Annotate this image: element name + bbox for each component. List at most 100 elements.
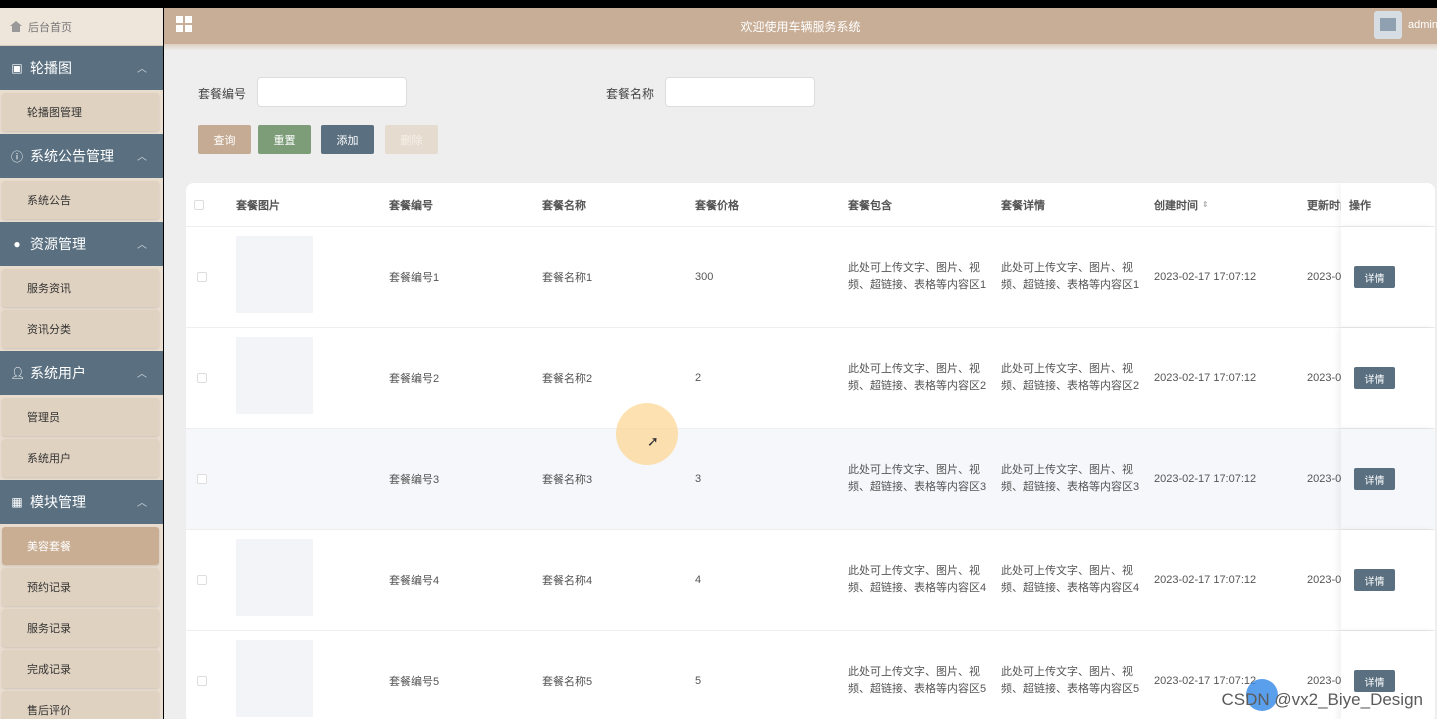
sidebar-group-users[interactable]: 👤︎ 系统用户 ︿ xyxy=(0,351,163,395)
sidebar-item-carousel-manage[interactable]: 轮播图管理 xyxy=(2,93,159,131)
sidebar-group-label: 系统公告管理 xyxy=(30,148,114,164)
row-checkbox[interactable] xyxy=(197,676,207,686)
detail-button[interactable]: 详情 xyxy=(1354,670,1395,692)
cell-include: 此处可上传文字、图片、视频、超链接、表格等内容区3 xyxy=(848,464,987,493)
sidebar-item-system-user[interactable]: 系统用户 xyxy=(2,439,159,477)
col-header-created-label: 创建时间 xyxy=(1154,199,1198,212)
sidebar-item-admin[interactable]: 管理员 xyxy=(2,398,159,436)
query-button[interactable]: 查询 xyxy=(198,125,251,154)
package-table: 套餐图片 套餐编号 套餐名称 套餐价格 套餐包含 套餐详情 创建时间 ⇕ 更新时间… xyxy=(186,183,1435,719)
main-content: 套餐编号 套餐名称 查询 重置 添加 删除 套餐图片 套餐编号 套餐名称 套餐价… xyxy=(164,50,1437,719)
cell-name: 套餐名称3 xyxy=(542,474,593,486)
ops-cell: 详情 xyxy=(1341,328,1435,428)
select-all-checkbox[interactable] xyxy=(194,200,204,210)
detail-button[interactable]: 详情 xyxy=(1354,468,1395,490)
header-username[interactable]: admin xyxy=(1408,19,1437,31)
cell-price: 2 xyxy=(695,372,702,384)
home-icon xyxy=(10,21,22,32)
chevron-up-icon: ︿ xyxy=(137,369,147,380)
info-icon: ⓘ xyxy=(10,149,23,164)
col-header-ops: 操作 xyxy=(1349,199,1371,212)
cell-created: 2023-02-17 17:07:12 xyxy=(1154,574,1257,586)
name-input[interactable] xyxy=(665,77,815,107)
sidebar-group-modules[interactable]: ▦ 模块管理 ︿ xyxy=(0,480,163,524)
table-row[interactable]: 套餐编号1 套餐名称1 300 此处可上传文字、图片、视频、超链接、表格等内容区… xyxy=(186,227,1435,328)
grid-icon: ▦ xyxy=(11,495,23,509)
cell-price: 5 xyxy=(695,675,702,687)
table-row[interactable]: 套餐编号3 套餐名称3 3 此处可上传文字、图片、视频、超链接、表格等内容区3 … xyxy=(186,429,1435,530)
col-header-updated: 更新时间 xyxy=(1307,199,1341,212)
name-label: 套餐名称 xyxy=(606,87,655,101)
row-checkbox[interactable] xyxy=(197,373,207,383)
code-input[interactable] xyxy=(257,77,407,107)
col-header-include: 套餐包含 xyxy=(848,199,892,212)
cell-detail: 此处可上传文字、图片、视频、超链接、表格等内容区3 xyxy=(1001,464,1140,493)
row-checkbox[interactable] xyxy=(197,474,207,484)
sidebar-group-carousel[interactable]: ▣ 轮播图 ︿ xyxy=(0,46,163,90)
sidebar-item-news-category[interactable]: 资讯分类 xyxy=(2,310,159,348)
avatar[interactable] xyxy=(1374,11,1402,39)
row-checkbox[interactable] xyxy=(197,272,207,282)
package-image xyxy=(236,337,313,414)
col-header-created[interactable]: 创建时间 ⇕ xyxy=(1154,183,1209,226)
table-row[interactable]: 套餐编号2 套餐名称2 2 此处可上传文字、图片、视频、超链接、表格等内容区2 … xyxy=(186,328,1435,429)
add-button[interactable]: 添加 xyxy=(321,125,374,154)
sidebar-item-notice[interactable]: 系统公告 xyxy=(2,181,159,219)
package-image xyxy=(236,236,313,313)
package-image xyxy=(236,539,313,616)
col-header-code: 套餐编号 xyxy=(389,199,433,212)
sidebar-home[interactable]: 后台首页 xyxy=(0,8,163,46)
col-header-detail: 套餐详情 xyxy=(1001,199,1045,212)
cell-code: 套餐编号4 xyxy=(389,575,440,587)
cell-created: 2023-02-17 17:07:12 xyxy=(1154,271,1257,283)
cell-created: 2023-02-17 17:07:12 xyxy=(1154,473,1257,485)
col-header-price: 套餐价格 xyxy=(695,199,739,212)
sidebar-group-notice[interactable]: ⓘ 系统公告管理 ︿ xyxy=(0,134,163,178)
sidebar-group-resource[interactable]: ● 资源管理 ︿ xyxy=(0,222,163,266)
sidebar-item-booking[interactable]: 预约记录 xyxy=(2,568,159,606)
mouse-cursor-icon: ➚ xyxy=(647,433,659,449)
cell-updated: 2023-0 xyxy=(1307,574,1342,586)
ops-cell: 详情 xyxy=(1341,429,1435,529)
sidebar-group-label: 轮播图 xyxy=(30,60,72,76)
sort-icon[interactable]: ⇕ xyxy=(1202,200,1209,209)
col-header-name: 套餐名称 xyxy=(542,199,586,212)
sidebar-item-service-record[interactable]: 服务记录 xyxy=(2,609,159,647)
row-checkbox[interactable] xyxy=(197,575,207,585)
cell-detail: 此处可上传文字、图片、视频、超链接、表格等内容区5 xyxy=(1001,666,1140,695)
detail-button[interactable]: 详情 xyxy=(1354,569,1395,591)
cell-name: 套餐名称2 xyxy=(542,373,593,385)
cell-code: 套餐编号2 xyxy=(389,373,440,385)
cell-updated: 2023-0 xyxy=(1307,473,1342,485)
cell-price: 4 xyxy=(695,574,702,586)
cell-name: 套餐名称4 xyxy=(542,575,593,587)
code-label: 套餐编号 xyxy=(198,87,247,101)
cell-name: 套餐名称1 xyxy=(542,272,593,284)
sidebar-group-label: 资源管理 xyxy=(30,236,86,252)
detail-button[interactable]: 详情 xyxy=(1354,367,1395,389)
ops-cell: 详情 xyxy=(1341,530,1435,630)
sidebar-item-completed[interactable]: 完成记录 xyxy=(2,650,159,688)
cell-code: 套餐编号5 xyxy=(389,676,440,688)
chevron-up-icon: ︿ xyxy=(137,240,147,251)
cell-updated: 2023-0 xyxy=(1307,372,1342,384)
col-header-image: 套餐图片 xyxy=(236,199,280,212)
sidebar-item-beauty-package[interactable]: 美容套餐 xyxy=(2,527,159,565)
sidebar-item-news[interactable]: 服务资讯 xyxy=(2,269,159,307)
cell-updated: 2023-0 xyxy=(1307,271,1342,283)
cell-code: 套餐编号1 xyxy=(389,272,440,284)
reset-button[interactable]: 重置 xyxy=(258,125,311,154)
cell-detail: 此处可上传文字、图片、视频、超链接、表格等内容区2 xyxy=(1001,363,1140,392)
cell-created: 2023-02-17 17:07:12 xyxy=(1154,372,1257,384)
user-icon: 👤︎ xyxy=(10,366,26,380)
package-image xyxy=(236,640,313,717)
sidebar-item-review[interactable]: 售后评价 xyxy=(2,691,159,719)
delete-button[interactable]: 删除 xyxy=(385,125,438,154)
cell-detail: 此处可上传文字、图片、视频、超链接、表格等内容区1 xyxy=(1001,262,1140,291)
table-row[interactable]: 套餐编号4 套餐名称4 4 此处可上传文字、图片、视频、超链接、表格等内容区4 … xyxy=(186,530,1435,631)
cell-include: 此处可上传文字、图片、视频、超链接、表格等内容区4 xyxy=(848,565,987,594)
watermark: CSDN @vx2_Biye_Design xyxy=(1221,690,1423,709)
detail-button[interactable]: 详情 xyxy=(1354,266,1395,288)
sidebar-group-label: 系统用户 xyxy=(30,365,86,381)
chevron-up-icon: ︿ xyxy=(137,64,147,75)
